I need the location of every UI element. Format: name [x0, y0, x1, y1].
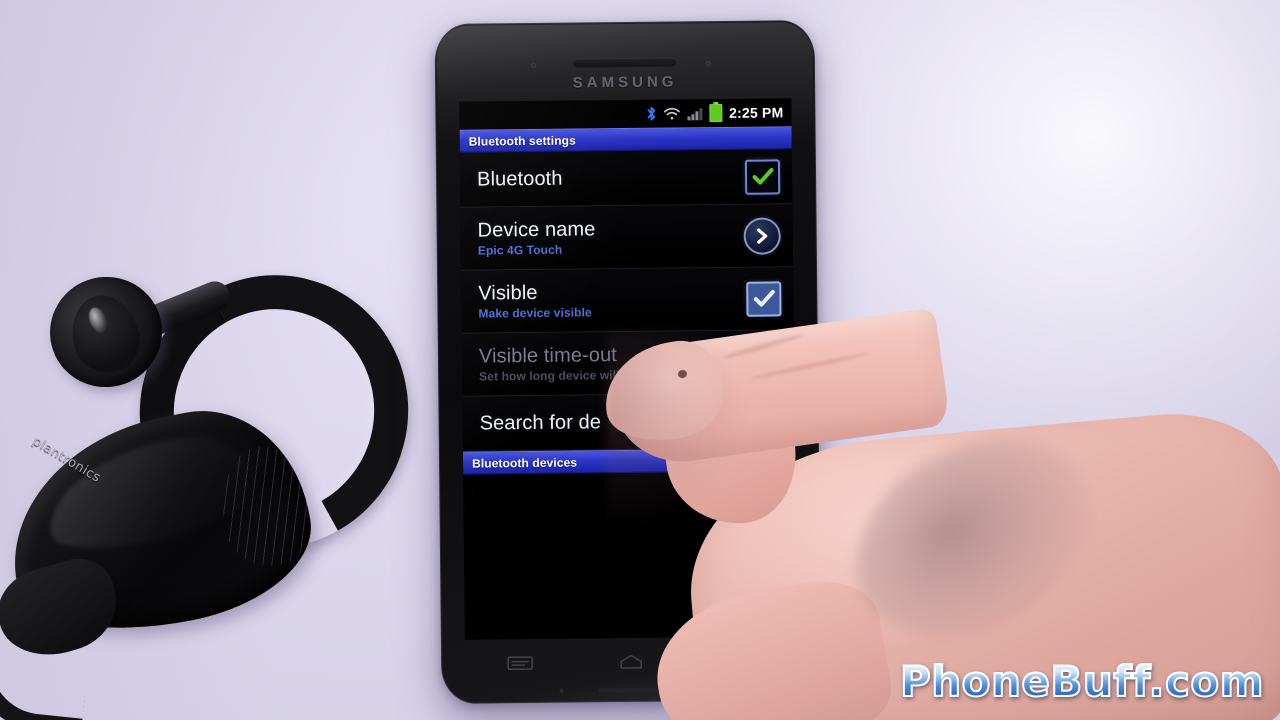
signal-icon — [687, 107, 703, 120]
bluetooth-toggle-checkbox[interactable] — [744, 158, 781, 195]
row-text-block: Device name Epic 4G Touch — [477, 216, 743, 259]
chevron-right-icon[interactable] — [743, 216, 781, 255]
list-item-subtitle: Make device visible — [478, 305, 592, 321]
list-item-title: Device name — [477, 218, 596, 242]
phone-brand-logo: SAMSUNG — [572, 73, 678, 92]
list-item-subtitle: Epic 4G Touch — [477, 242, 563, 258]
checkmark-icon — [753, 289, 775, 307]
status-bar: 2:25 PM — [459, 98, 792, 130]
wifi-icon — [663, 106, 680, 120]
menu-key[interactable] — [507, 655, 534, 676]
bottom-microphone — [559, 688, 564, 693]
hand-middle-finger — [644, 571, 898, 720]
list-item-bluetooth[interactable]: Bluetooth — [459, 149, 793, 208]
headset-tail — [0, 611, 93, 720]
bluetooth-icon — [646, 106, 656, 122]
bluetooth-headset: plantronics — [0, 243, 441, 720]
phonebuff-watermark: PhoneBuff.com — [899, 656, 1265, 707]
list-item-title: Bluetooth — [476, 167, 563, 191]
earpiece-speaker — [572, 57, 677, 68]
list-item-device-name[interactable]: Device name Epic 4G Touch — [460, 204, 794, 271]
visible-toggle-checkbox[interactable] — [746, 280, 782, 317]
row-text-block: Bluetooth — [477, 165, 745, 192]
checkmark-icon — [752, 167, 773, 185]
front-camera — [705, 61, 711, 67]
status-bar-clock: 2:25 PM — [729, 104, 784, 121]
list-item-visible[interactable]: Visible Make device visible — [461, 267, 794, 334]
proximity-sensor — [530, 62, 536, 69]
list-item-title: Visible — [478, 281, 538, 305]
battery-icon — [708, 104, 723, 123]
hand-edge-shadow — [606, 330, 746, 530]
bluetooth-settings-header: Bluetooth settings — [459, 126, 792, 153]
row-text-block: Visible Make device visible — [478, 279, 746, 322]
scene: plantronics SAMSUNG 2:25 PM Bluetooth se… — [0, 0, 1280, 720]
